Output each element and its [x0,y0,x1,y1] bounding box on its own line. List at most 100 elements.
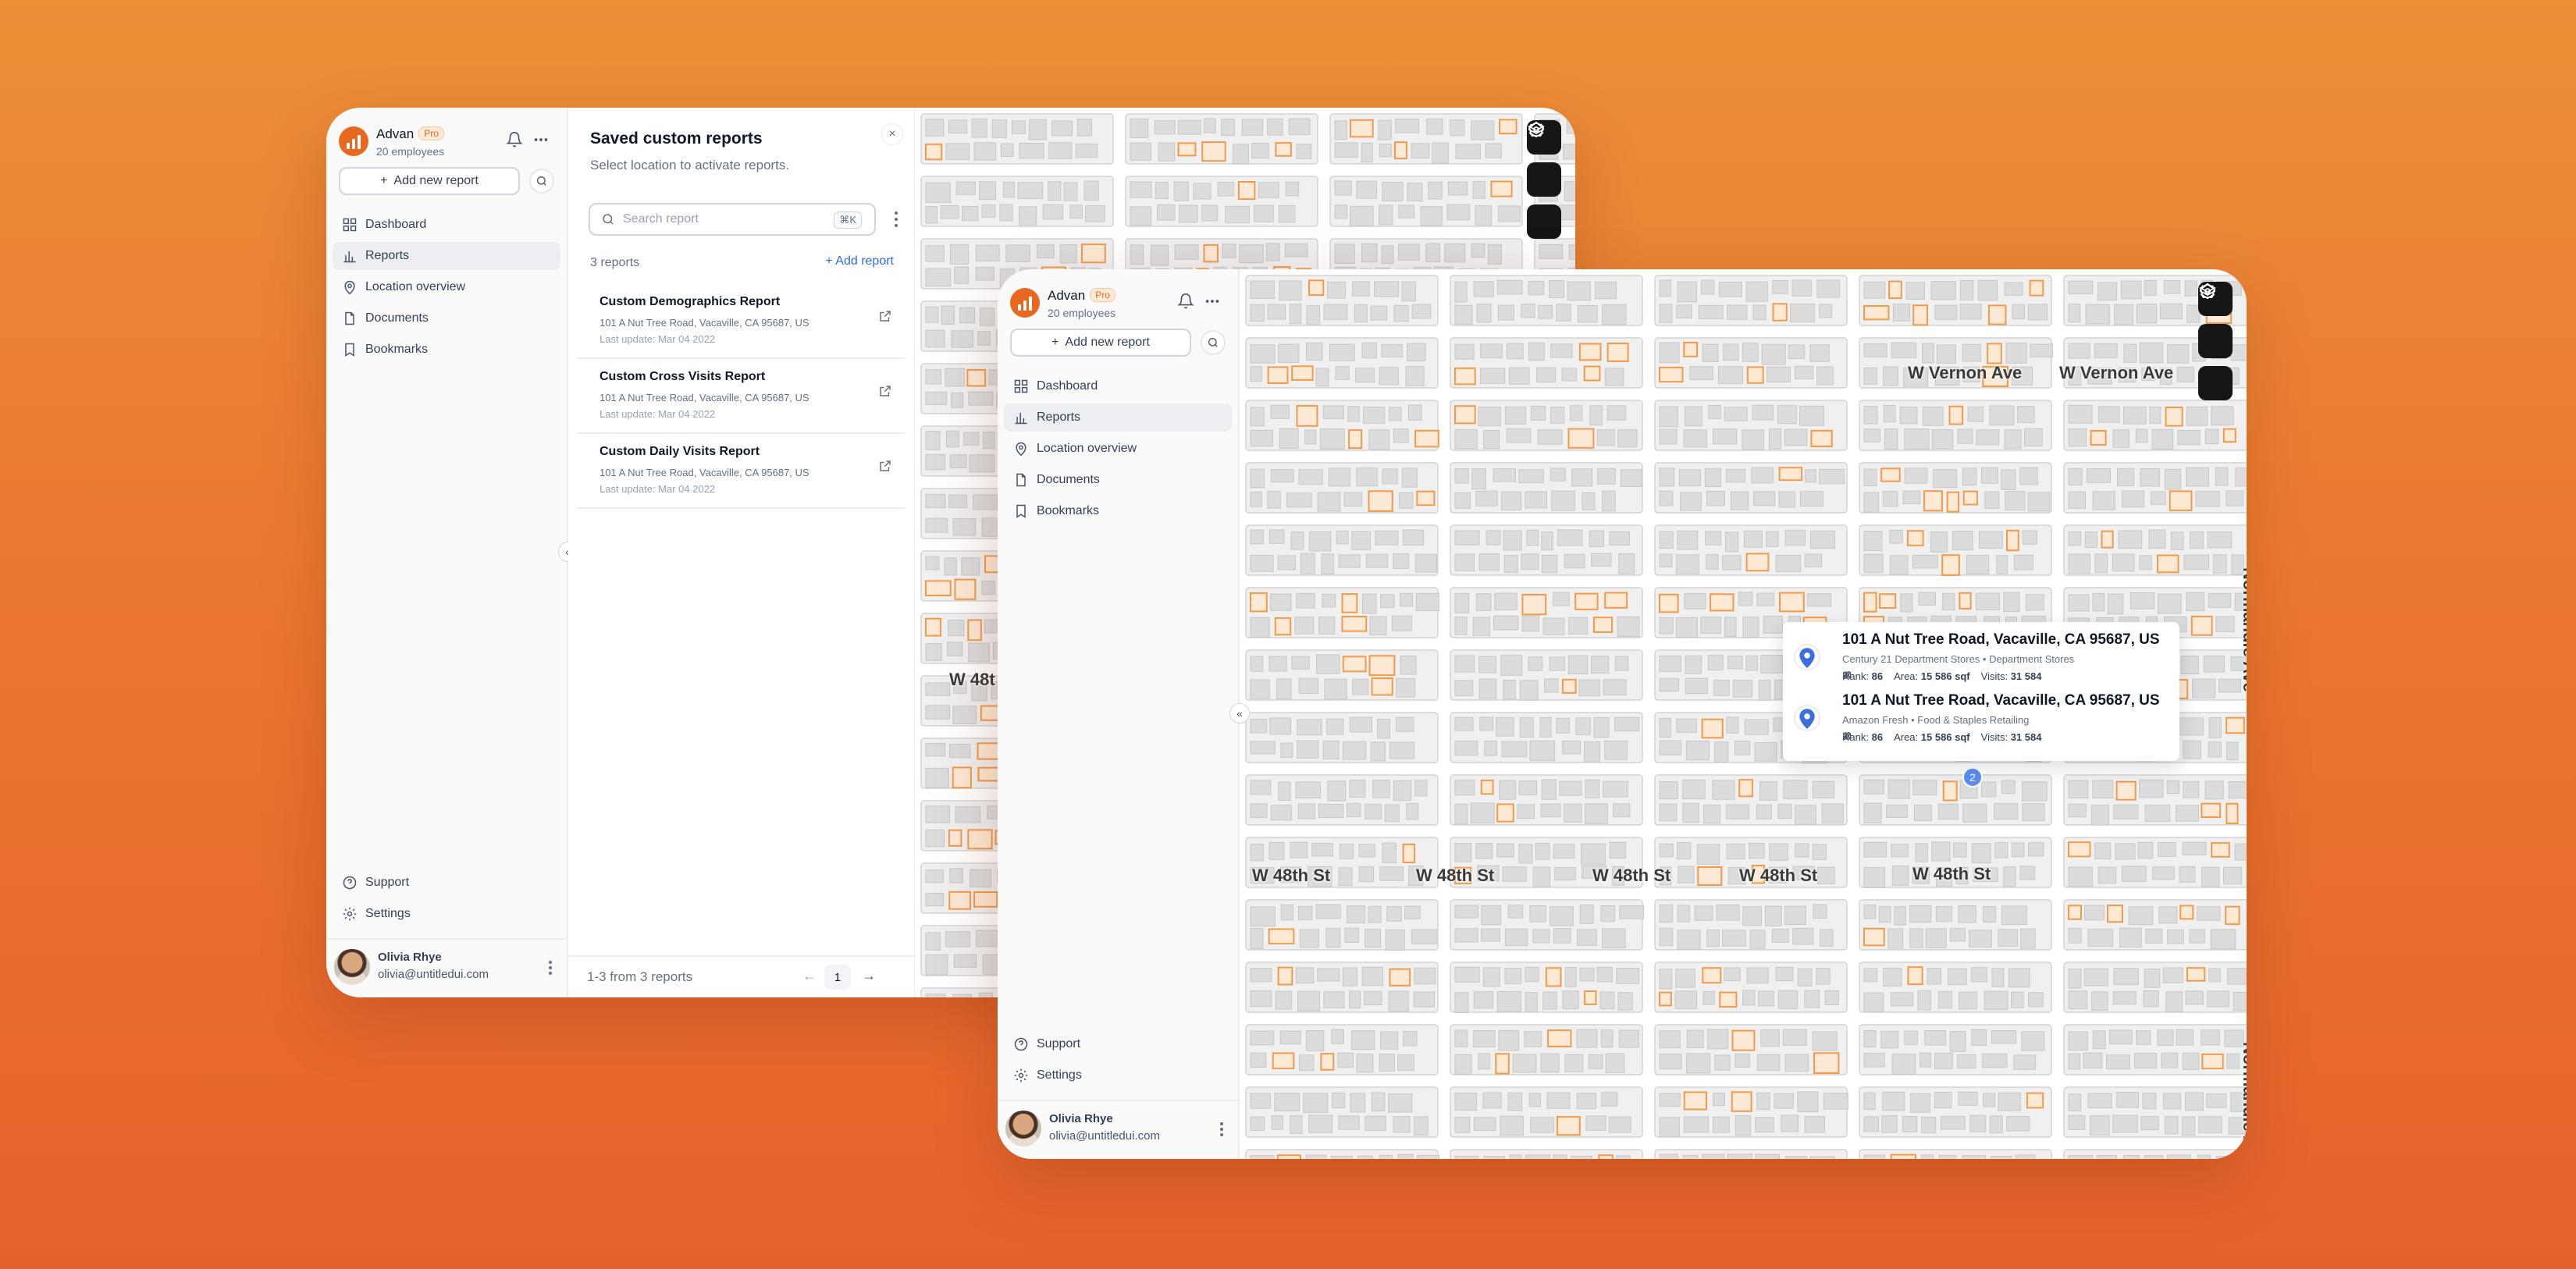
add-report-link[interactable]: + Add report [825,254,894,268]
building [1481,928,1500,942]
building [1544,678,1559,693]
add-new-report-button[interactable]: + Add new report [339,167,520,195]
building [1509,367,1530,385]
building [1444,243,1466,263]
building [1279,280,1302,301]
building [2003,866,2016,887]
polygon-draw-button[interactable] [1527,121,1561,197]
building [1784,428,1808,446]
popup-location-item[interactable]: 101 A Nut Tree Road, Vacaville, CA 95687… [1783,686,2179,747]
building [1364,929,1381,948]
page-number-button[interactable]: 1 [824,965,851,990]
more-vertical-icon[interactable] [1215,1120,1229,1139]
highlighted-building [1521,593,1547,616]
building [2108,1029,2133,1045]
sidebar-item-reports[interactable]: Reports [333,242,560,270]
building [1454,741,1478,756]
building [1975,592,2001,611]
user-profile[interactable]: Olivia Rhye olivia@untitledui.com [998,1100,1238,1159]
sidebar-search-button[interactable] [1201,330,1226,355]
help-circle-icon [343,876,357,890]
user-profile[interactable]: Olivia Rhye olivia@untitledui.com [326,938,567,997]
panel-title: Saved custom reports [590,130,763,148]
map-settings-button[interactable] [1527,122,1561,239]
building [1285,181,1300,197]
sidebar-item-location-overview[interactable]: Location overview [1004,435,1232,463]
building [1315,368,1329,387]
sidebar-item-support[interactable]: Support [333,869,560,897]
sidebar-item-bookmarks[interactable]: Bookmarks [333,336,560,364]
building [1304,429,1317,445]
sidebar-item-dashboard[interactable]: Dashboard [333,211,560,239]
building [1614,716,1640,732]
sidebar-item-location-overview[interactable]: Location overview [333,273,560,301]
sidebar-item-support[interactable]: Support [1004,1030,1232,1058]
highlighted-building [1203,243,1219,263]
report-item[interactable]: Custom Demographics Report 101 A Nut Tre… [578,284,905,359]
building [1361,243,1378,263]
building [1724,967,1741,981]
building [1028,119,1047,140]
more-vertical-icon[interactable] [892,209,900,229]
building [925,369,942,385]
bell-icon[interactable] [506,131,523,148]
map-canvas[interactable]: W Vernon Ave W Vernon Ave W 48th St W 48… [1240,269,2247,1159]
close-panel-button[interactable]: × [881,123,903,145]
bell-icon[interactable] [1177,293,1194,310]
report-item[interactable]: Custom Daily Visits Report 101 A Nut Tre… [578,434,905,509]
sidebar-item-settings[interactable]: Settings [333,900,560,928]
more-horizontal-icon[interactable] [532,131,550,148]
sidebar-item-reports[interactable]: Reports [1004,403,1232,432]
building [1296,144,1312,159]
sidebar-search-button[interactable] [529,169,554,194]
area-value: 15 586 sqf [1920,731,1970,743]
map-cluster-marker[interactable]: 2 [1962,767,1983,787]
map-settings-button[interactable] [2198,283,2233,400]
sidebar-item-dashboard[interactable]: Dashboard [1004,372,1232,400]
building [2140,1116,2159,1131]
report-title: Custom Cross Visits Report [600,370,766,383]
highlighted-building [1683,342,1699,357]
building [1713,1093,1725,1106]
building [1984,990,2008,1011]
building [1478,678,1497,699]
highlighted-building [1702,967,1722,984]
more-vertical-icon[interactable] [543,958,557,977]
building [1250,1030,1275,1046]
sidebar-item-documents[interactable]: Documents [333,304,560,332]
next-page-arrow-icon[interactable]: → [862,968,876,984]
building [1812,780,1835,799]
building [973,142,997,161]
building [2144,279,2157,297]
add-new-report-button[interactable]: + Add new report [1010,329,1191,357]
building [1347,905,1366,924]
polygon-draw-button[interactable] [2198,283,2233,358]
sidebar-item-settings[interactable]: Settings [1004,1061,1232,1089]
prev-page-arrow-icon[interactable]: ← [802,968,817,984]
building [948,494,967,508]
report-updated: Last update: Mar 04 2022 [600,483,716,495]
building [2085,304,2110,325]
external-link-icon[interactable] [878,384,892,398]
more-horizontal-icon[interactable] [1204,293,1221,310]
building [1742,990,1756,1006]
popup-location-item[interactable]: 101 A Nut Tree Road, Vacaville, CA 95687… [1783,625,2179,686]
building [2197,1154,2211,1159]
highlighted-building [1923,490,1944,512]
report-search-field[interactable]: ⌘K [589,203,876,236]
external-link-icon[interactable] [878,309,892,323]
report-item[interactable]: Custom Cross Visits Report 101 A Nut Tre… [578,359,905,434]
external-link-icon[interactable] [878,459,892,473]
report-search-input[interactable] [623,212,802,226]
building [1324,678,1347,700]
sidebar-item-documents[interactable]: Documents [1004,466,1232,494]
building [1150,244,1169,266]
building [1982,906,1997,923]
building [2135,428,2148,443]
sidebar-item-bookmarks[interactable]: Bookmarks [1004,497,1232,525]
building [1816,366,1834,386]
building [2087,468,2111,483]
building [1659,531,1674,549]
building [1604,368,1624,386]
collapse-sidebar-button[interactable]: « [1229,703,1250,723]
